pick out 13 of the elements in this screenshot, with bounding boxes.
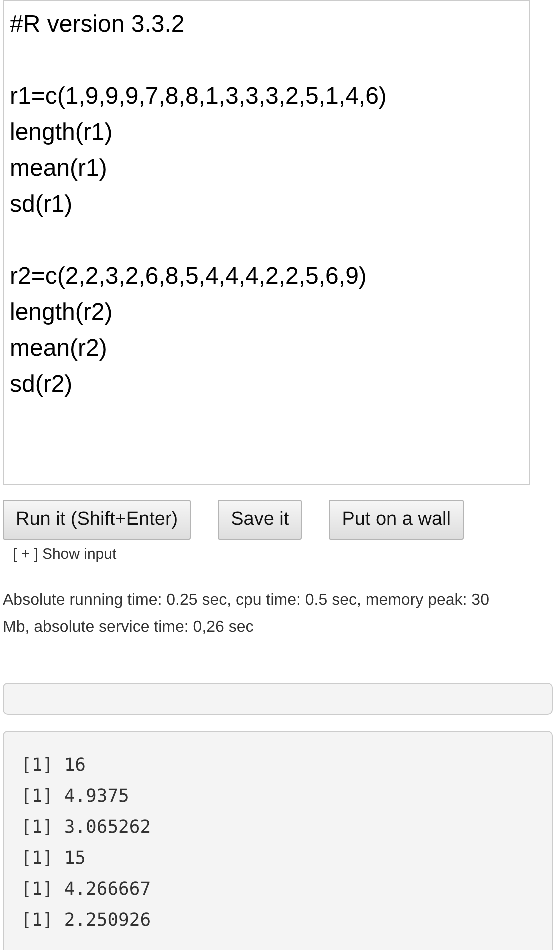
run-button[interactable]: Run it (Shift+Enter) bbox=[3, 500, 192, 540]
show-input-label[interactable]: Show input bbox=[42, 546, 117, 563]
output-line: [1] 16 bbox=[21, 754, 88, 778]
output-line: [1] 3.065262 bbox=[21, 816, 152, 840]
output-line: [1] 2.250926 bbox=[21, 908, 152, 932]
timing-info: Absolute running time: 0.25 sec, cpu time: 0.5 sec, memory peak: 30 Mb, absolute service time: 0,26 sec bbox=[3, 590, 490, 638]
code-editor[interactable]: #R version 3.3.2 r1=c(1,9,9,9,7,8,8,1,3,3,3,2,5,1,4,6) length(r1) mean(r1) sd(r1) r2=c(2,2,3,2,6,8,5,4,4,4,2,2,5,6,9) length(r2) mean(r2) sd(r2) bbox=[3, 0, 530, 485]
wall-button[interactable]: Put on a wall bbox=[329, 500, 464, 540]
output-line: [1] 15 bbox=[21, 846, 88, 870]
expand-toggle[interactable]: [ + ] bbox=[13, 546, 38, 563]
output-line: [1] 4.9375 bbox=[21, 784, 130, 808]
output-line: [1] 4.266667 bbox=[21, 878, 152, 902]
save-button[interactable]: Save it bbox=[218, 500, 302, 540]
